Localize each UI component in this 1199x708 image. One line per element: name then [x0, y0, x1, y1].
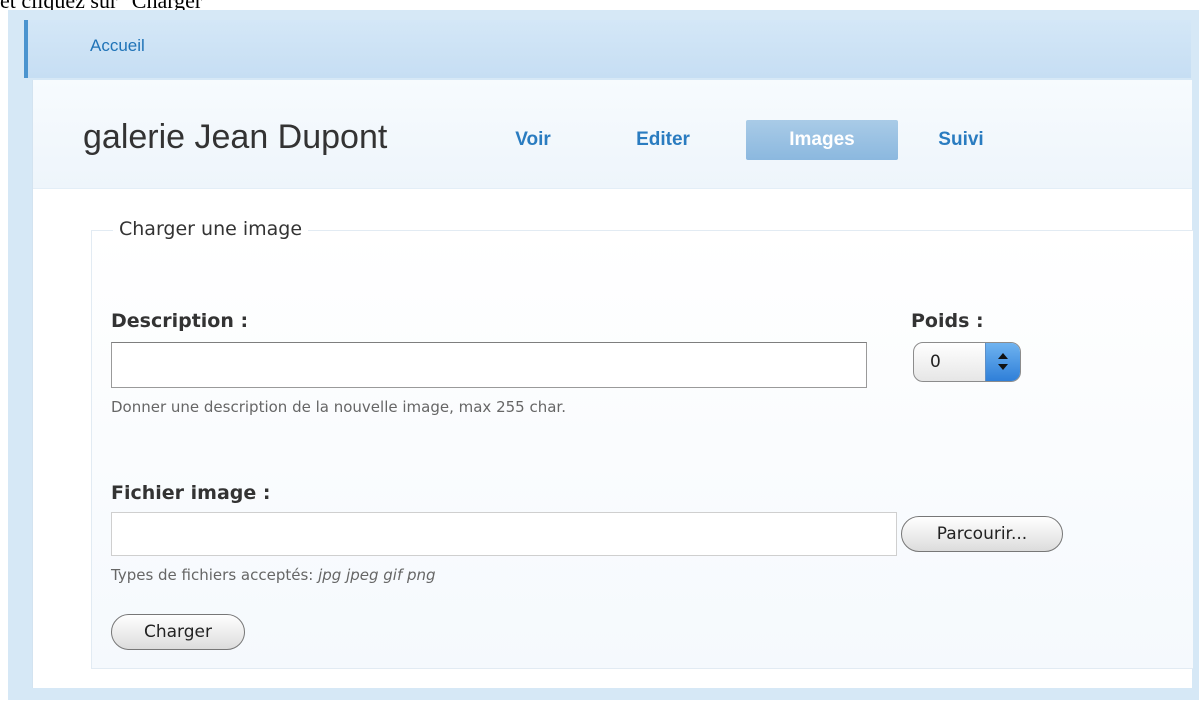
browse-button[interactable]: Parcourir...: [901, 516, 1063, 552]
file-label: Fichier image :: [111, 482, 271, 504]
upload-submit-button[interactable]: Charger: [111, 614, 245, 650]
select-arrows-icon: [985, 343, 1020, 381]
file-types-list: jpg jpeg gif png: [318, 566, 436, 584]
tab-editer[interactable]: Editer: [613, 120, 713, 160]
page-title: galerie Jean Dupont: [83, 118, 388, 156]
page-header: galerie Jean Dupont Voir Editer Images S…: [33, 80, 1192, 189]
tab-voir[interactable]: Voir: [493, 120, 573, 160]
weight-select[interactable]: 0: [913, 342, 1021, 382]
file-types-help: Types de fichiers acceptés: jpg jpeg gif…: [111, 566, 436, 584]
tab-suivi[interactable]: Suivi: [921, 120, 1001, 160]
weight-selected-value: 0: [930, 352, 941, 372]
main-content: galerie Jean Dupont Voir Editer Images S…: [32, 80, 1193, 688]
tab-images[interactable]: Images: [746, 120, 898, 160]
breadcrumb: Accueil: [24, 20, 1191, 78]
description-help: Donner une description de la nouvelle im…: [111, 398, 566, 416]
weight-label: Poids :: [911, 310, 984, 332]
description-label: Description :: [111, 310, 249, 332]
fieldset-legend: Charger une image: [113, 218, 309, 240]
file-path-input[interactable]: [111, 512, 897, 556]
description-input[interactable]: [111, 342, 867, 388]
breadcrumb-home-link[interactable]: Accueil: [90, 36, 145, 56]
upload-fieldset: [91, 230, 1193, 669]
file-types-prefix: Types de fichiers acceptés:: [111, 566, 319, 584]
